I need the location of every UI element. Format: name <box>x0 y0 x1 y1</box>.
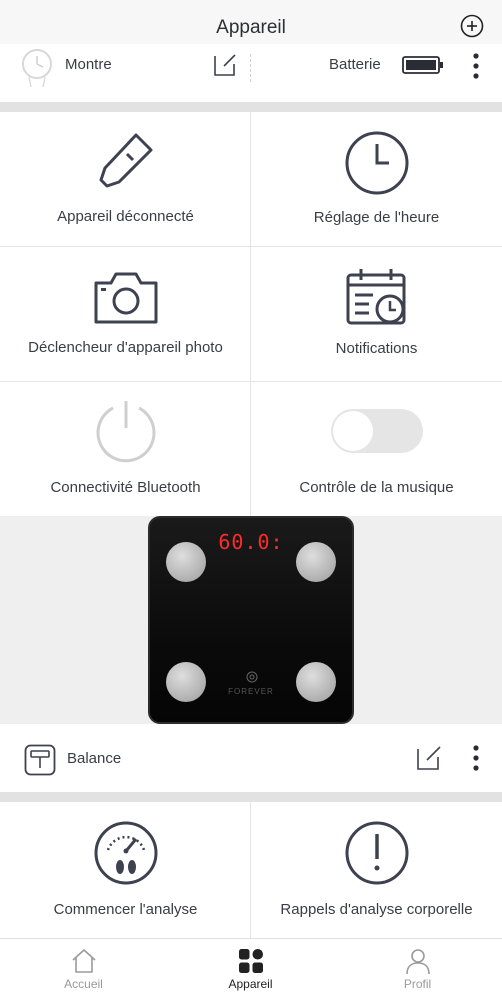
grid-divider <box>250 802 251 938</box>
feature-start-analysis[interactable]: Commencer l'analyse <box>0 802 251 938</box>
row-divider <box>250 54 251 82</box>
scale-feature-grid: Commencer l'analyse Rappels d'analyse co… <box>0 802 502 938</box>
feature-body-analysis-reminders[interactable]: Rappels d'analyse corporelle <box>251 802 502 938</box>
feature-label: Commencer l'analyse <box>53 901 198 918</box>
tab-appareil[interactable]: Appareil <box>167 939 334 1000</box>
edit-icon[interactable] <box>212 52 238 78</box>
bottom-tab-bar: Accueil Appareil Profil <box>0 938 502 1000</box>
scale-name: Balance <box>67 750 122 767</box>
electrode-pad <box>296 542 336 582</box>
more-options-icon[interactable] <box>470 743 482 773</box>
tab-profil[interactable]: Profil <box>334 939 501 1000</box>
section-separator <box>0 102 502 112</box>
apps-grid-icon <box>238 949 263 973</box>
feature-label: Rappels d'analyse corporelle <box>280 901 473 918</box>
device-name: Montre <box>65 56 112 73</box>
scale-brand: FOREVER <box>228 687 274 696</box>
feature-bluetooth[interactable]: Connectivité Bluetooth <box>0 382 251 516</box>
electrode-pad <box>166 542 206 582</box>
electrode-pad <box>296 662 336 702</box>
feature-label: Appareil déconnecté <box>57 208 194 225</box>
feature-notifications[interactable]: Notifications <box>251 247 502 381</box>
more-options-icon[interactable] <box>470 51 482 81</box>
user-icon <box>405 949 430 975</box>
scale-device-row[interactable]: Balance <box>0 726 502 792</box>
plus-circle-icon <box>460 14 484 38</box>
tab-label: Accueil <box>64 977 103 991</box>
tab-accueil[interactable]: Accueil <box>0 939 167 1000</box>
calendar-clock-icon <box>346 269 405 325</box>
power-icon <box>96 401 155 463</box>
feature-camera-trigger[interactable]: Déclencheur d'appareil photo <box>0 247 251 381</box>
battery-icon <box>402 56 443 74</box>
electrode-pad <box>166 662 206 702</box>
watch-icon <box>22 49 52 88</box>
tab-label: Appareil <box>228 977 273 991</box>
scale-icon <box>24 744 56 776</box>
disconnected-icon <box>99 133 152 188</box>
feature-label: Connectivité Bluetooth <box>50 479 201 496</box>
tab-label: Profil <box>403 977 432 991</box>
feature-music-control[interactable]: Contrôle de la musique <box>251 382 502 516</box>
grid-divider <box>0 381 502 382</box>
grid-divider <box>250 112 251 516</box>
feature-time-setting[interactable]: Réglage de l'heure <box>251 112 502 246</box>
gauge-footprints-icon <box>94 821 157 885</box>
brand-logo-icon <box>246 671 258 683</box>
edit-icon[interactable] <box>415 744 443 772</box>
page-title: Appareil <box>216 17 286 38</box>
alert-icon <box>345 821 408 885</box>
toggle-icon[interactable] <box>330 408 424 454</box>
scale-image-area: 60.0: FOREVER <box>0 516 502 724</box>
feature-label: Contrôle de la musique <box>299 479 454 496</box>
section-separator <box>0 792 502 802</box>
feature-disconnected[interactable]: Appareil déconnecté <box>0 112 251 246</box>
watch-feature-grid: Appareil déconnecté Réglage de l'heure D… <box>0 112 502 516</box>
feature-label: Réglage de l'heure <box>313 209 440 226</box>
clock-icon <box>345 131 408 195</box>
home-icon <box>71 949 96 973</box>
grid-divider <box>0 246 502 247</box>
add-device-button[interactable] <box>460 14 484 38</box>
battery-label: Batterie <box>329 56 381 73</box>
feature-label: Notifications <box>335 340 418 357</box>
camera-icon <box>94 272 157 324</box>
smart-scale-image: 60.0: FOREVER <box>148 516 354 724</box>
feature-label: Déclencheur d'appareil photo <box>28 339 223 356</box>
watch-device-row[interactable]: Montre Batterie <box>0 44 502 102</box>
